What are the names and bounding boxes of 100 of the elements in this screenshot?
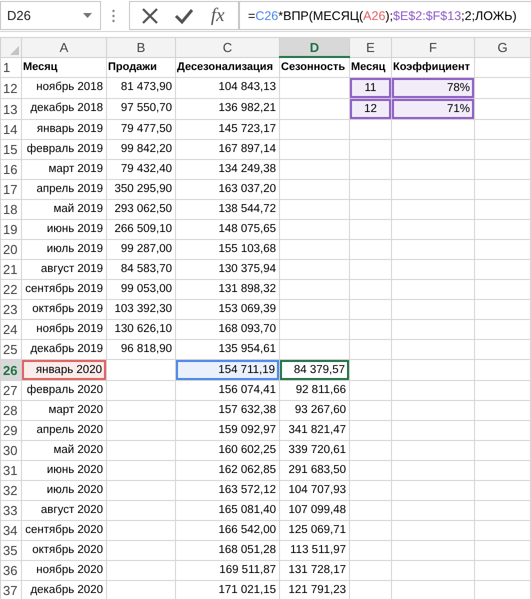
column-header[interactable]: E — [350, 38, 392, 57]
table-cell-text: 169 511,87 — [218, 563, 277, 578]
table-cell-text: июль 2020 — [46, 483, 104, 498]
column-header[interactable]: F — [392, 38, 474, 57]
table-cell-text: июнь 2020 — [46, 463, 104, 478]
column-header[interactable]: G — [474, 38, 530, 57]
table-cell-text: апрель 2020 — [35, 423, 104, 438]
table-cell-text: март 2019 — [48, 162, 104, 177]
column-title: Месяц — [22, 60, 58, 74]
column-header[interactable]: D — [280, 38, 350, 57]
table-cell-text: 350 295,90 — [113, 182, 173, 197]
row-header[interactable]: 15 — [0, 140, 22, 160]
table-cell-text: 145 723,17 — [217, 122, 277, 137]
table-cell-text: 168 093,70 — [217, 322, 277, 337]
table-cell-text: 130 626,10 — [113, 322, 173, 337]
table-cell-text: март 2020 — [48, 403, 104, 418]
table-cell-text: 92 811,66 — [294, 383, 347, 398]
table-cell-text: 339 720,61 — [287, 443, 347, 458]
table-cell-text: 162 062,85 — [217, 463, 277, 478]
row-header[interactable]: 28 — [0, 400, 22, 420]
column-header[interactable]: B — [106, 38, 176, 57]
row-header[interactable]: 22 — [0, 280, 22, 300]
column-title: Продажи — [107, 60, 158, 74]
row-header[interactable]: 12 — [0, 78, 22, 98]
row-header[interactable]: 37 — [0, 580, 22, 599]
table-cell-text: 135 954,61 — [217, 342, 277, 357]
table-cell-text: февраль 2020 — [26, 383, 104, 398]
column-header[interactable]: A — [22, 38, 106, 57]
row-header[interactable]: 13 — [0, 98, 22, 120]
table-cell-text: декабрь 2019 — [29, 342, 104, 357]
row-header[interactable]: 25 — [0, 340, 22, 360]
table-cell-text: 79 477,50 — [120, 122, 173, 137]
table-cell-text: 99 287,00 — [120, 242, 173, 257]
table-cell-text: 168 051,28 — [217, 543, 277, 558]
row-header[interactable]: 31 — [0, 460, 22, 480]
row-header[interactable]: 33 — [0, 500, 22, 520]
table-cell-text: 104 707,93 — [287, 483, 347, 498]
table-cell-text: 153 069,39 — [217, 302, 277, 317]
row-header[interactable]: 21 — [0, 260, 22, 280]
insert-function-button[interactable]: fx — [208, 4, 227, 26]
table-cell-text: 130 375,94 — [217, 262, 277, 277]
table-cell: 11 — [350, 78, 391, 98]
table-cell-text: 165 081,40 — [217, 503, 277, 518]
row-header[interactable]: 29 — [0, 420, 22, 440]
row-header[interactable]: 23 — [0, 300, 22, 320]
row-header[interactable]: 26 — [0, 360, 22, 380]
table-cell-text: 293 062,50 — [113, 202, 173, 217]
table-cell-text: 160 602,25 — [217, 443, 277, 458]
name-box[interactable]: D26 — [0, 1, 101, 30]
table-cell-text: 107 099,48 — [287, 503, 347, 518]
drag-handle-icon[interactable] — [112, 8, 115, 22]
table-cell-text: сентябрь 2020 — [24, 523, 104, 538]
column-header[interactable]: C — [176, 38, 280, 57]
table-cell-text: 155 103,68 — [217, 242, 277, 257]
row-header[interactable]: 14 — [0, 120, 22, 140]
cancel-icon[interactable] — [141, 6, 160, 24]
table-cell-text: 156 074,41 — [217, 383, 277, 398]
row-header[interactable]: 35 — [0, 540, 22, 560]
table-cell-text: 136 982,21 — [217, 101, 277, 116]
table-cell-text: май 2019 — [52, 202, 104, 217]
table-cell-text: 97 550,70 — [120, 101, 173, 116]
table-cell-text: 125 069,71 — [287, 523, 347, 538]
table-cell-text: 79 432,40 — [120, 162, 173, 177]
table-cell-text: декабрь 2020 — [29, 583, 104, 598]
table-cell-text: 93 267,60 — [294, 403, 347, 418]
row-header[interactable]: 34 — [0, 520, 22, 540]
row-header[interactable]: 19 — [0, 220, 22, 240]
column-title: Месяц — [350, 60, 386, 74]
row-header[interactable]: 36 — [0, 560, 22, 580]
table-cell-text: август 2020 — [40, 503, 104, 518]
table-cell-text: май 2020 — [52, 443, 104, 458]
table-cell-text: 104 843,13 — [217, 80, 277, 95]
row-header[interactable]: 18 — [0, 200, 22, 220]
table-cell: 12 — [350, 99, 391, 119]
row-header[interactable]: 27 — [0, 380, 22, 400]
row-header[interactable]: 32 — [0, 480, 22, 500]
table-cell-text: 157 632,38 — [217, 403, 277, 418]
row-header[interactable]: 20 — [0, 240, 22, 260]
row-header[interactable]: 24 — [0, 320, 22, 340]
dropdown-caret-icon[interactable] — [83, 13, 92, 18]
column-title: Сезонность — [280, 60, 346, 75]
table-cell: 84 379,57 — [280, 360, 349, 380]
checkmark-icon[interactable] — [174, 8, 194, 24]
row-header[interactable]: 1 — [0, 57, 22, 78]
row-header[interactable]: 17 — [0, 180, 22, 200]
table-cell-text: 163 037,20 — [217, 182, 277, 197]
table-cell-text: 171 021,15 — [217, 583, 277, 598]
table-cell-text: 99 053,00 — [120, 282, 173, 297]
formula-input[interactable]: =C26*ВПР(МЕСЯЦ(A26);$E$2:$F$13;2;ЛОЖЬ) — [239, 1, 531, 30]
table-cell-text: 131 728,17 — [287, 563, 347, 578]
row-header[interactable]: 16 — [0, 160, 22, 180]
row-header[interactable]: 30 — [0, 440, 22, 460]
table-cell-text: август 2019 — [40, 262, 104, 277]
table-cell-text: февраль 2019 — [26, 142, 104, 157]
table-cell-text: январь 2019 — [36, 122, 104, 137]
table-cell-text: 266 509,10 — [113, 222, 173, 237]
table-cell-text: 131 898,32 — [217, 282, 277, 297]
table-cell-text: 121 791,23 — [287, 583, 347, 598]
table-cell-text: 167 897,14 — [217, 142, 277, 157]
table-cell: 71% — [392, 99, 474, 119]
